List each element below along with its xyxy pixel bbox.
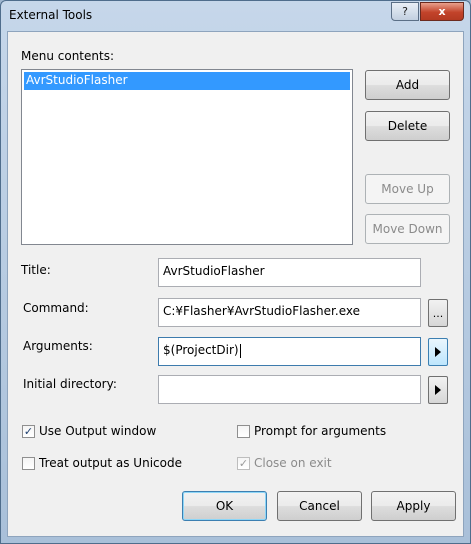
use-output-window-label: Use Output window <box>39 424 157 438</box>
right-arrow-icon <box>435 347 441 357</box>
external-tools-dialog: External Tools ? x Menu contents: AvrStu… <box>0 0 471 544</box>
apply-button[interactable]: Apply <box>371 491 456 521</box>
command-label: Command: <box>23 301 89 315</box>
help-button[interactable]: ? <box>391 2 419 21</box>
add-button[interactable]: Add <box>365 70 450 100</box>
list-item-avrstudioflasher[interactable]: AvrStudioFlasher <box>24 72 350 90</box>
menu-contents-list[interactable]: AvrStudioFlasher <box>21 69 353 245</box>
initial-directory-macro-button[interactable] <box>428 376 448 404</box>
command-input[interactable]: C:¥Flasher¥AvrStudioFlasher.exe <box>158 298 421 327</box>
arguments-macro-button[interactable] <box>428 338 448 366</box>
checkbox-empty-icon <box>237 424 250 438</box>
close-on-exit-checkbox[interactable]: ✓ Close on exit <box>237 456 332 470</box>
checkmark-icon: ✓ <box>22 424 35 438</box>
title-label: Title: <box>21 263 51 277</box>
help-icon: ? <box>402 5 408 18</box>
arguments-label: Arguments: <box>23 339 93 353</box>
checkbox-empty-icon <box>22 456 35 470</box>
ellipsis-icon: ... <box>432 306 444 320</box>
window-title: External Tools <box>9 8 93 22</box>
initial-directory-input[interactable] <box>158 375 421 404</box>
arguments-input[interactable]: $(ProjectDir) <box>158 337 421 366</box>
close-icon: x <box>438 5 446 18</box>
initial-directory-label: Initial directory: <box>23 377 117 391</box>
treat-output-unicode-label: Treat output as Unicode <box>39 456 182 470</box>
title-input[interactable]: AvrStudioFlasher <box>158 258 421 287</box>
delete-button[interactable]: Delete <box>365 111 450 141</box>
browse-command-button[interactable]: ... <box>428 299 448 327</box>
move-down-button[interactable]: Move Down <box>365 214 450 244</box>
right-arrow-icon <box>435 385 441 395</box>
cancel-button[interactable]: Cancel <box>277 491 362 521</box>
treat-output-unicode-checkbox[interactable]: Treat output as Unicode <box>22 456 182 470</box>
title-bar[interactable]: External Tools ? x <box>1 1 470 31</box>
prompt-for-arguments-checkbox[interactable]: Prompt for arguments <box>237 424 386 438</box>
text-caret <box>239 343 241 358</box>
move-up-button[interactable]: Move Up <box>365 174 450 204</box>
ok-button[interactable]: OK <box>182 491 267 521</box>
prompt-for-arguments-label: Prompt for arguments <box>254 424 387 438</box>
checkmark-icon: ✓ <box>237 456 250 470</box>
dialog-client-area: Menu contents: AvrStudioFlasher Add Dele… <box>7 31 464 537</box>
close-on-exit-label: Close on exit <box>254 456 332 470</box>
use-output-window-checkbox[interactable]: ✓ Use Output window <box>22 424 156 438</box>
arguments-value: $(ProjectDir) <box>163 343 239 357</box>
close-button[interactable]: x <box>420 2 464 21</box>
menu-contents-label: Menu contents: <box>21 49 114 63</box>
